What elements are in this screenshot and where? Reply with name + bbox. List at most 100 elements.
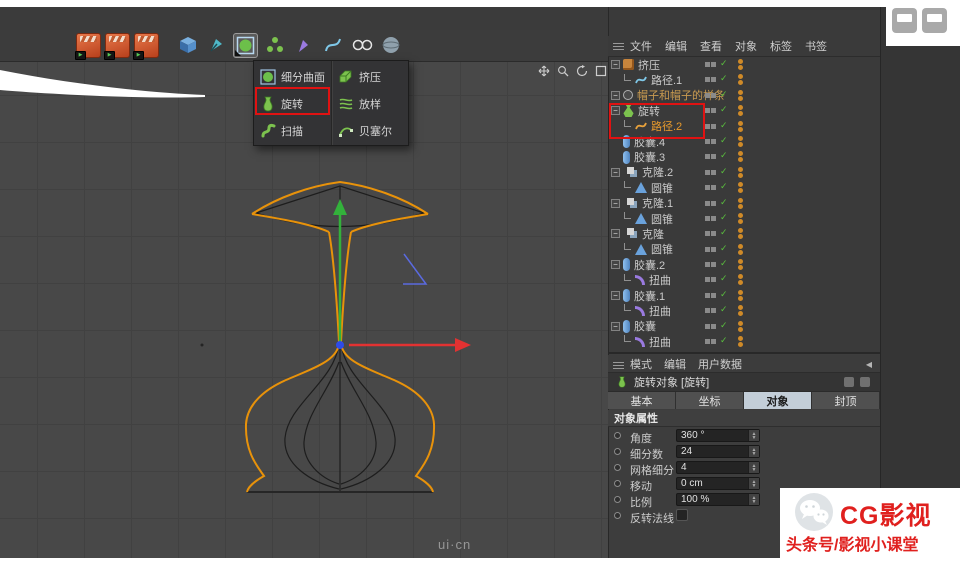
enabled-check-icon[interactable]: ✓ — [720, 320, 728, 331]
visibility-dots-icon[interactable] — [738, 336, 743, 348]
tree-row-bend[interactable]: 扭曲 ✓ — [608, 334, 880, 349]
angle-field[interactable]: 360 ° ▲ ▼ — [676, 429, 760, 442]
expander-icon[interactable]: − — [611, 167, 620, 177]
menu-edit[interactable]: 编辑 — [664, 356, 686, 372]
enabled-check-icon[interactable]: ✓ — [720, 58, 728, 69]
menu-edit[interactable]: 编辑 — [665, 38, 687, 54]
gizmo-origin-handle[interactable] — [336, 341, 344, 349]
enabled-check-icon[interactable]: ✓ — [720, 89, 728, 100]
scaling-field[interactable]: 100 % ▲ ▼ — [676, 493, 760, 506]
menu-tags[interactable]: 标签 — [770, 38, 792, 54]
tree-row-path1[interactable]: 路径.1 ✓ — [608, 72, 880, 87]
expander-icon[interactable]: − — [611, 229, 620, 239]
mesh-subdivision-field[interactable]: 4 ▲ ▼ — [676, 461, 760, 474]
visibility-dots-icon[interactable] — [738, 213, 743, 225]
menu-item-loft[interactable]: 放样 — [332, 90, 408, 117]
movement-field[interactable]: 0 cm ▲ ▼ — [676, 477, 760, 490]
enabled-check-icon[interactable]: ✓ — [720, 135, 728, 146]
enabled-check-icon[interactable]: ✓ — [720, 243, 728, 254]
menu-icon[interactable] — [613, 362, 624, 369]
enabled-check-icon[interactable]: ✓ — [720, 227, 728, 238]
enabled-check-icon[interactable]: ✓ — [720, 104, 728, 115]
layer-toggle-icon[interactable] — [705, 200, 716, 206]
menu-file[interactable]: 文件 — [630, 38, 652, 54]
menu-item-bezier[interactable]: 贝塞尔 — [332, 117, 408, 144]
tree-row-extrude[interactable]: − 挤压 ✓ — [608, 57, 880, 72]
enabled-check-icon[interactable]: ✓ — [720, 181, 728, 192]
enabled-check-icon[interactable]: ✓ — [720, 335, 728, 346]
tree-row-cone[interactable]: 圆锥 ✓ — [608, 211, 880, 226]
render-icon-3[interactable]: ▶ — [133, 33, 159, 60]
expander-icon[interactable]: − — [611, 291, 620, 301]
enabled-check-icon[interactable]: ✓ — [720, 73, 728, 84]
layer-toggle-icon[interactable] — [705, 77, 716, 83]
menu-item-lathe[interactable]: 旋转 — [254, 90, 331, 117]
visibility-dots-icon[interactable] — [738, 228, 743, 240]
visibility-dots-icon[interactable] — [738, 105, 743, 117]
menu-item-subdivision-surface[interactable]: 细分曲面 — [254, 63, 331, 90]
expander-icon[interactable]: − — [611, 321, 620, 331]
render-icon-2[interactable]: ▶ — [104, 33, 130, 60]
visibility-dots-icon[interactable] — [738, 305, 743, 317]
enabled-check-icon[interactable]: ✓ — [720, 273, 728, 284]
keyframe-dot-icon[interactable] — [614, 448, 621, 455]
layer-toggle-icon[interactable] — [705, 262, 716, 268]
spinner-icon[interactable]: ▲ ▼ — [748, 446, 759, 457]
tree-row-clone2[interactable]: − 克隆.2 ✓ — [608, 165, 880, 180]
layer-toggle-icon[interactable] — [705, 185, 716, 191]
keyframe-dot-icon[interactable] — [614, 464, 621, 471]
layer-toggle-icon[interactable] — [705, 108, 716, 114]
visibility-dots-icon[interactable] — [738, 198, 743, 210]
zoom-icon[interactable] — [557, 65, 569, 77]
menu-object[interactable]: 对象 — [735, 38, 757, 54]
spinner-icon[interactable]: ▲ ▼ — [748, 462, 759, 473]
tab-caps[interactable]: 封顶 — [812, 392, 880, 409]
tree-row-bend[interactable]: 扭曲 ✓ — [608, 303, 880, 318]
menu-item-extrude[interactable]: 挤压 — [332, 63, 408, 90]
flip-normals-checkbox[interactable] — [676, 509, 688, 521]
visibility-dots-icon[interactable] — [738, 244, 743, 256]
layer-toggle-icon[interactable] — [705, 169, 716, 175]
tree-row-capsule2[interactable]: − 胶囊.2 ✓ — [608, 257, 880, 272]
enabled-check-icon[interactable]: ✓ — [720, 304, 728, 315]
layer-toggle-icon[interactable] — [705, 231, 716, 237]
spline-pen-icon[interactable] — [291, 33, 316, 58]
rotate-icon[interactable] — [576, 65, 588, 77]
render-icon-1[interactable]: ▶ — [75, 33, 101, 60]
enabled-check-icon[interactable]: ✓ — [720, 212, 728, 223]
keyframe-dot-icon[interactable] — [614, 432, 621, 439]
tree-row-capsule3[interactable]: 胶囊.3 ✓ — [608, 149, 880, 164]
layer-toggle-icon[interactable] — [705, 323, 716, 329]
enabled-check-icon[interactable]: ✓ — [720, 258, 728, 269]
menu-mode[interactable]: 模式 — [630, 356, 652, 372]
tree-row-capsule[interactable]: − 胶囊 ✓ — [608, 319, 880, 334]
cube-icon[interactable] — [175, 33, 200, 58]
layer-toggle-icon[interactable] — [705, 308, 716, 314]
visibility-dots-icon[interactable] — [738, 290, 743, 302]
enabled-check-icon[interactable]: ✓ — [720, 120, 728, 131]
visibility-dots-icon[interactable] — [738, 182, 743, 194]
visibility-dots-icon[interactable] — [738, 121, 743, 133]
tree-row-cone[interactable]: 圆锥 ✓ — [608, 180, 880, 195]
tree-row-clone1[interactable]: − 克隆.1 ✓ — [608, 196, 880, 211]
tree-row-capsule1[interactable]: − 胶囊.1 ✓ — [608, 288, 880, 303]
array-icon[interactable] — [262, 33, 287, 58]
layer-toggle-icon[interactable] — [705, 339, 716, 345]
menu-bookmarks[interactable]: 书签 — [805, 38, 827, 54]
layer-toggle-icon[interactable] — [705, 123, 716, 129]
expander-icon[interactable]: − — [611, 60, 620, 70]
spinner-icon[interactable]: ▲ ▼ — [748, 494, 759, 505]
visibility-dots-icon[interactable] — [738, 74, 743, 86]
layer-toggle-icon[interactable] — [705, 62, 716, 67]
enabled-check-icon[interactable]: ✓ — [720, 197, 728, 208]
collapse-panel-icon[interactable]: ◀ — [866, 360, 872, 369]
maximize-icon[interactable] — [595, 65, 607, 77]
axis-gizmo[interactable] — [333, 199, 471, 352]
expander-icon[interactable]: − — [611, 198, 620, 208]
visibility-dots-icon[interactable] — [738, 321, 743, 333]
enabled-check-icon[interactable]: ✓ — [720, 166, 728, 177]
enabled-check-icon[interactable]: ✓ — [720, 150, 728, 161]
visibility-dots-icon[interactable] — [738, 90, 743, 102]
menu-userdata[interactable]: 用户数据 — [698, 356, 742, 372]
visibility-dots-icon[interactable] — [738, 151, 743, 163]
